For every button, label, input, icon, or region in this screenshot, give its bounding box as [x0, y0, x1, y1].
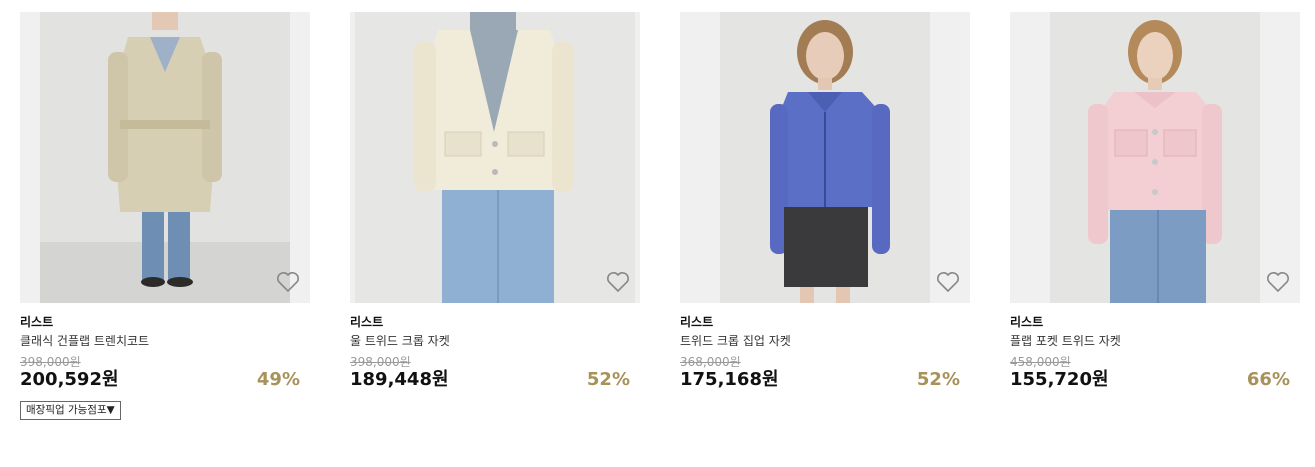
original-price: 368,000원 [680, 355, 741, 369]
store-pickup-button[interactable]: 매장픽업 가능점포▼ [20, 401, 121, 420]
product-card[interactable]: 리스트 클래식 건플랩 트렌치코트 398,000원 200,592원 49% … [20, 12, 310, 420]
sale-price: 200,592원 [20, 369, 119, 390]
original-price: 398,000원 [20, 355, 81, 369]
trench-coat-photo [20, 12, 310, 303]
price-row: 175,168원 52% [680, 369, 970, 393]
product-card[interactable]: 리스트 플랩 포켓 트위드 자켓 458,000원 155,720원 66% [1010, 12, 1300, 393]
brand-name[interactable]: 리스트 [680, 314, 970, 330]
product-name[interactable]: 트위드 크롭 집업 자켓 [680, 333, 970, 349]
store-pickup-label: 매장픽업 가능점포 [26, 404, 107, 416]
zipup-jacket-photo [680, 12, 970, 303]
discount-rate: 52% [916, 369, 960, 390]
product-card[interactable]: 리스트 트위드 크롭 집업 자켓 368,000원 175,168원 52% [680, 12, 970, 393]
sale-price: 155,720원 [1010, 369, 1109, 390]
sale-price: 189,448원 [350, 369, 449, 390]
caret-down-icon: ▼ [106, 404, 115, 416]
product-name[interactable]: 울 트위드 크롭 자켓 [350, 333, 640, 349]
original-price: 398,000원 [350, 355, 411, 369]
sale-price: 175,168원 [680, 369, 779, 390]
product-image[interactable] [1010, 12, 1300, 303]
brand-name[interactable]: 리스트 [20, 314, 310, 330]
pink-tweed-jacket-photo [1010, 12, 1300, 303]
original-price: 458,000원 [1010, 355, 1071, 369]
tweed-jacket-photo [350, 12, 640, 303]
price-row: 155,720원 66% [1010, 369, 1300, 393]
heart-outline-icon[interactable] [276, 271, 300, 293]
price-row: 189,448원 52% [350, 369, 640, 393]
brand-name[interactable]: 리스트 [350, 314, 640, 330]
discount-rate: 49% [256, 369, 300, 390]
discount-rate: 66% [1246, 369, 1290, 390]
product-image[interactable] [20, 12, 310, 303]
heart-outline-icon[interactable] [606, 271, 630, 293]
brand-name[interactable]: 리스트 [1010, 314, 1300, 330]
heart-outline-icon[interactable] [1266, 271, 1290, 293]
product-image[interactable] [680, 12, 970, 303]
product-name[interactable]: 플랩 포켓 트위드 자켓 [1010, 333, 1300, 349]
product-card[interactable]: 리스트 울 트위드 크롭 자켓 398,000원 189,448원 52% [350, 12, 640, 393]
heart-outline-icon[interactable] [936, 271, 960, 293]
product-name[interactable]: 클래식 건플랩 트렌치코트 [20, 333, 310, 349]
product-grid: 리스트 클래식 건플랩 트렌치코트 398,000원 200,592원 49% … [0, 0, 1315, 467]
product-image[interactable] [350, 12, 640, 303]
price-row: 200,592원 49% [20, 369, 310, 393]
discount-rate: 52% [586, 369, 630, 390]
